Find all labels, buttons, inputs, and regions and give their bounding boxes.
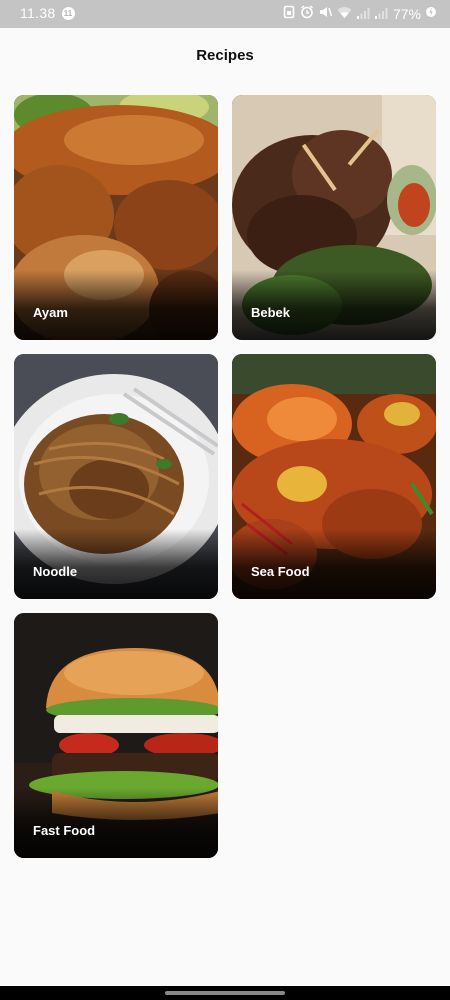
category-card-sea-food[interactable]: Sea Food — [232, 354, 436, 599]
category-label: Noodle — [33, 564, 78, 579]
alarm-icon — [300, 5, 314, 22]
category-card-fast-food[interactable]: Fast Food — [14, 613, 218, 858]
home-gesture-handle[interactable] — [165, 991, 285, 995]
mute-icon — [319, 5, 333, 22]
status-time: 11.38 — [20, 5, 56, 21]
category-label: Bebek — [251, 305, 291, 320]
app-bar: Recipes — [0, 28, 450, 82]
category-card-bebek[interactable]: Bebek — [232, 95, 436, 340]
category-card-noodle[interactable]: Noodle — [14, 354, 218, 599]
wifi-icon — [337, 6, 352, 22]
notification-badge-icon: 11 — [61, 6, 75, 20]
category-label: Ayam — [33, 305, 68, 320]
system-nav-bar — [0, 986, 450, 1000]
screenshot-icon — [283, 5, 295, 22]
signal-icon — [356, 6, 370, 22]
category-label: Sea Food — [251, 564, 310, 579]
battery-charging-icon — [426, 5, 436, 22]
category-card-ayam[interactable]: Ayam — [14, 95, 218, 340]
status-bar: 11.38 11 77% — [0, 0, 450, 28]
category-label: Fast Food — [33, 823, 96, 838]
page-title: Recipes — [196, 46, 254, 64]
battery-percent: 77% — [392, 5, 421, 22]
signal-icon — [374, 6, 388, 22]
